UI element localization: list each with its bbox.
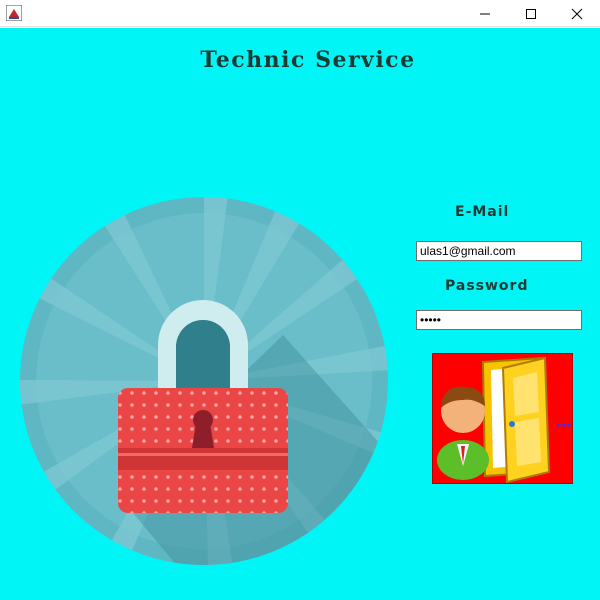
login-button[interactable]	[432, 353, 573, 484]
maximize-button[interactable]	[508, 0, 554, 27]
user-door-login-icon	[437, 356, 571, 483]
close-icon	[571, 8, 583, 19]
window-titlebar	[0, 0, 600, 27]
password-field[interactable]	[416, 310, 582, 330]
login-panel: Technic Service E-Mail ulas1@gmail.com P…	[0, 28, 600, 600]
minimize-button[interactable]	[462, 0, 508, 27]
java-app-icon	[5, 4, 23, 22]
email-label: E-Mail	[455, 204, 510, 220]
maximize-icon	[526, 8, 536, 19]
page-title: Technic Service	[200, 47, 416, 73]
email-field[interactable]	[416, 241, 582, 261]
password-label: Password	[445, 278, 529, 294]
close-button[interactable]	[554, 0, 600, 27]
lock-illustration	[18, 195, 390, 567]
minimize-icon	[480, 13, 490, 14]
